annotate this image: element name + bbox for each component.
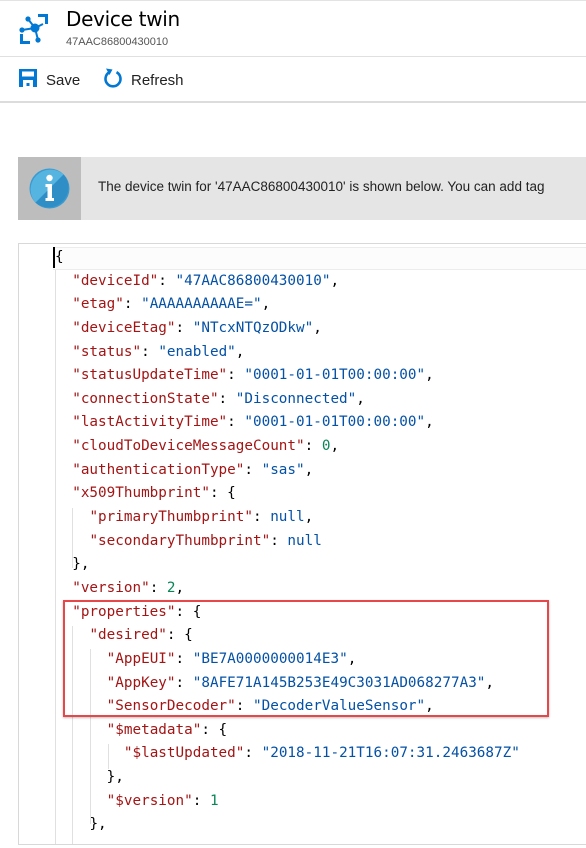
code-line: "primaryThumbprint": null, bbox=[55, 506, 520, 530]
json-punct: , bbox=[425, 414, 434, 431]
json-key: "primaryThumbprint" bbox=[89, 509, 253, 526]
code-line: }, bbox=[55, 813, 520, 837]
info-icon bbox=[29, 168, 70, 209]
json-punct: , bbox=[356, 390, 365, 407]
code-line: "secondaryThumbprint": null bbox=[55, 530, 520, 554]
json-key: "deviceId" bbox=[72, 272, 159, 289]
code-line: "version": 2, bbox=[55, 577, 520, 601]
refresh-icon bbox=[103, 67, 123, 93]
json-string: "47AAC86800430010" bbox=[175, 272, 331, 289]
json-key: "secondaryThumbprint" bbox=[89, 532, 271, 549]
toolbar: Save Refresh bbox=[0, 57, 586, 101]
json-punct: : { bbox=[209, 485, 236, 502]
json-punct: : bbox=[149, 579, 167, 596]
code-line: "statusUpdateTime": "0001-01-01T00:00:00… bbox=[55, 364, 520, 388]
json-punct: : { bbox=[201, 721, 228, 738]
json-string: "NTcxNTQzODkw" bbox=[192, 319, 314, 336]
code-line: }, bbox=[55, 766, 520, 790]
json-key: "$version" bbox=[106, 792, 193, 809]
json-string: "0001-01-01T00:00:00" bbox=[244, 414, 426, 431]
json-punct: , bbox=[330, 272, 340, 289]
save-label: Save bbox=[46, 71, 81, 89]
save-icon bbox=[18, 68, 38, 92]
json-punct: : bbox=[270, 532, 288, 549]
info-banner-text: The device twin for '47AAC86800430010' i… bbox=[98, 179, 545, 194]
json-string: "0001-01-01T00:00:00" bbox=[244, 367, 426, 384]
json-key: "connectionState" bbox=[72, 390, 219, 407]
code-line: "deviceEtag": "NTcxNTQzODkw", bbox=[55, 317, 520, 341]
json-code[interactable]: { "deviceId": "47AAC86800430010", "etag"… bbox=[55, 246, 520, 837]
json-punct: : bbox=[304, 438, 322, 455]
json-key: "$lastUpdated" bbox=[123, 745, 245, 762]
toolbar-divider bbox=[0, 101, 586, 103]
blade-header: Device twin 47AAC86800430010 bbox=[0, 1, 586, 56]
json-punct: , bbox=[330, 438, 340, 455]
json-string: "2018-11-21T16:07:31.2463687Z" bbox=[261, 745, 520, 762]
json-string: "AAAAAAAAAAE=" bbox=[141, 296, 262, 313]
json-key: "authenticationType" bbox=[72, 461, 245, 478]
refresh-label: Refresh bbox=[131, 71, 184, 89]
json-string: "Disconnected" bbox=[235, 390, 357, 407]
json-punct: : bbox=[123, 296, 142, 313]
json-key: "x509Thumbprint" bbox=[72, 485, 210, 502]
code-line: { bbox=[55, 246, 520, 270]
json-literal: null bbox=[287, 532, 322, 549]
json-punct: : bbox=[244, 461, 262, 478]
code-line: "lastActivityTime": "0001-01-01T00:00:00… bbox=[55, 411, 520, 435]
json-number: 1 bbox=[209, 792, 219, 809]
json-punct: , bbox=[313, 319, 322, 336]
code-line: "etag": "AAAAAAAAAAE=", bbox=[55, 293, 520, 317]
json-punct: : bbox=[227, 367, 245, 384]
json-punct: , bbox=[304, 509, 314, 526]
code-line: "authenticationType": "sas", bbox=[55, 459, 520, 483]
json-punct: , bbox=[425, 367, 434, 384]
json-punct: : bbox=[252, 509, 271, 526]
page-title: Device twin bbox=[66, 7, 180, 31]
json-string: "enabled" bbox=[158, 343, 236, 360]
json-punct: : bbox=[158, 272, 176, 289]
json-key: "version" bbox=[72, 579, 150, 596]
save-button[interactable]: Save bbox=[18, 67, 80, 93]
info-icon-container bbox=[18, 157, 81, 220]
json-key: "deviceEtag" bbox=[72, 319, 176, 336]
json-key: "status" bbox=[72, 343, 142, 360]
refresh-button[interactable]: Refresh bbox=[103, 67, 184, 93]
json-punct: , bbox=[304, 461, 314, 478]
json-literal: null bbox=[270, 509, 305, 526]
device-id-subtitle: 47AAC86800430010 bbox=[66, 36, 169, 48]
json-punct: : bbox=[218, 390, 236, 407]
json-string: "sas" bbox=[261, 461, 305, 478]
highlight-box bbox=[63, 600, 549, 717]
json-punct: : bbox=[175, 319, 193, 336]
json-punct: : bbox=[192, 792, 210, 809]
json-number: 2 bbox=[166, 579, 176, 596]
json-punct: }, bbox=[106, 769, 124, 786]
code-line: "$lastUpdated": "2018-11-21T16:07:31.246… bbox=[55, 742, 520, 766]
json-key: "$metadata" bbox=[106, 721, 202, 738]
json-punct: }, bbox=[89, 816, 107, 833]
json-punct: , bbox=[235, 343, 245, 360]
code-line: "deviceId": "47AAC86800430010", bbox=[55, 270, 520, 294]
json-editor[interactable]: { "deviceId": "47AAC86800430010", "etag"… bbox=[18, 243, 586, 845]
code-line: }, bbox=[55, 553, 520, 577]
code-line: "$metadata": { bbox=[55, 719, 520, 743]
info-banner: The device twin for '47AAC86800430010' i… bbox=[18, 157, 586, 220]
json-punct: }, bbox=[72, 556, 90, 573]
code-line: "cloudToDeviceMessageCount": 0, bbox=[55, 435, 520, 459]
json-key: "etag" bbox=[72, 296, 124, 313]
iot-device-icon bbox=[16, 11, 52, 47]
code-line: "connectionState": "Disconnected", bbox=[55, 388, 520, 412]
json-key: "statusUpdateTime" bbox=[72, 367, 228, 384]
json-key: "cloudToDeviceMessageCount" bbox=[72, 438, 305, 455]
json-punct: { bbox=[55, 249, 64, 265]
json-punct: , bbox=[175, 579, 185, 596]
json-punct: : bbox=[227, 414, 245, 431]
json-punct: : bbox=[244, 745, 262, 762]
json-punct: , bbox=[261, 296, 271, 313]
json-key: "lastActivityTime" bbox=[72, 414, 228, 431]
code-line: "x509Thumbprint": { bbox=[55, 482, 520, 506]
code-line: "$version": 1 bbox=[55, 790, 520, 814]
json-punct: : bbox=[141, 343, 159, 360]
code-line: "status": "enabled", bbox=[55, 341, 520, 365]
